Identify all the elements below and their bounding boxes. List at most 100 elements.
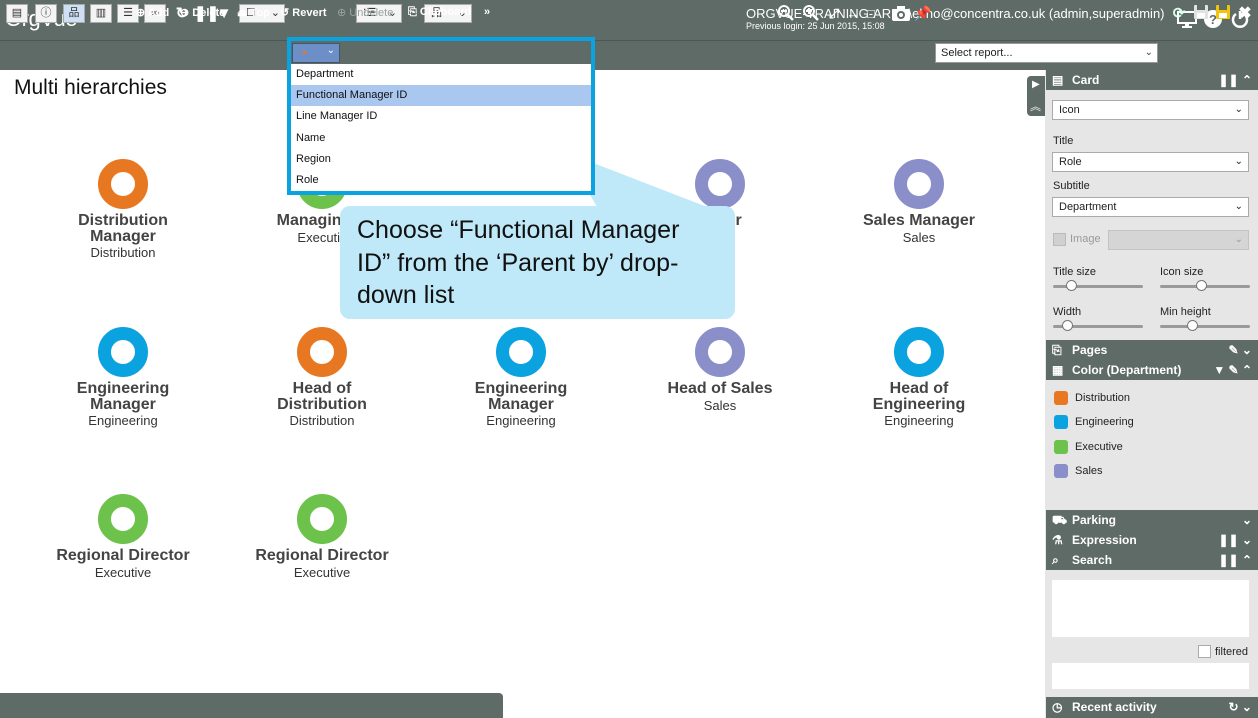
node-title[interactable]: Head of Engineering [864, 381, 974, 413]
min-height-slider[interactable] [1160, 325, 1250, 328]
recent-activity-section-header[interactable]: ◷ Recent activity ↻ ⌄ [1046, 697, 1258, 718]
pages-header-label: Pages [1072, 343, 1108, 357]
pause-collapse-icon[interactable]: ❚❚ ⌃ [1219, 550, 1253, 570]
node-subtitle: Executive [94, 565, 152, 580]
parking-section-header[interactable]: ⛟ Parking ⌄ [1046, 510, 1258, 530]
pause-collapse-icon[interactable]: ❚❚ ⌃ [1219, 70, 1253, 90]
expression-output-box[interactable] [1052, 663, 1249, 689]
title-label: Title [1053, 135, 1074, 147]
legend-label-engineering[interactable]: Engineering [1075, 416, 1134, 428]
node-title[interactable]: Sales Manager [824, 213, 1014, 229]
legend-label-executive[interactable]: Executive [1075, 441, 1123, 453]
pin-icon[interactable]: 📌 [914, 4, 931, 23]
color-header-label: Color (Department) [1072, 363, 1182, 377]
page-title: Multi hierarchies [14, 76, 167, 99]
pause-expand-icon[interactable]: ❚❚ ⌄ [1219, 530, 1253, 550]
table-view-icon[interactable]: ▤ [6, 4, 28, 23]
node-title[interactable]: Head of Distribution [267, 381, 377, 413]
fit-width-icon[interactable]: ↔ [845, 4, 861, 23]
camera-icon[interactable] [890, 4, 912, 23]
undelete-label: Undelete [349, 7, 394, 19]
expression-section-header[interactable]: ⚗ Expression ❚❚ ⌄ [1046, 530, 1258, 550]
info-view-icon[interactable]: ⓘ [35, 4, 57, 23]
more-button[interactable]: » [484, 6, 490, 18]
sync-icon[interactable]: ⟳ [1170, 4, 1188, 23]
pages-icon: ⎘ [1052, 343, 1062, 357]
delete-button[interactable]: ⊖ Delete [180, 6, 225, 19]
width-label: Width [1053, 306, 1082, 318]
subtitle-label: Subtitle [1053, 180, 1090, 192]
node-title[interactable]: Engineering Manager [466, 381, 576, 413]
filtered-checkbox[interactable] [1198, 645, 1211, 658]
plus-circle-icon: ⊕ [136, 7, 146, 19]
undelete-button[interactable]: ⊕ Undelete [337, 6, 393, 19]
node-title[interactable]: Head of Sales [625, 381, 815, 397]
title-select[interactable]: Role ⌄ [1052, 152, 1249, 172]
edit-expand-icon[interactable]: ✎ ⌄ [1229, 340, 1252, 360]
chart-view-icon[interactable]: ▥ [90, 4, 112, 23]
node-icon[interactable] [894, 327, 944, 377]
fullscreen-icon[interactable]: □ [864, 4, 878, 23]
clock-icon: ◷ [1052, 700, 1063, 714]
card-type-value: Icon [1059, 104, 1080, 116]
legend-label-sales[interactable]: Sales [1075, 465, 1103, 477]
node-title[interactable]: Regional Director [28, 548, 218, 564]
color-section-header[interactable]: ▦ Color (Department) ▼ ✎ ⌃ [1046, 360, 1258, 380]
plus-circle-icon: ⊕ [337, 7, 347, 19]
add-button[interactable]: ⊕ Add [136, 6, 169, 19]
legend-label-distribution[interactable]: Distribution [1075, 392, 1130, 404]
node-icon[interactable] [695, 159, 745, 209]
image-select[interactable]: ⌄ [1108, 230, 1249, 250]
node-icon[interactable] [98, 159, 148, 209]
search-section-header[interactable]: ⌕ Search ❚❚ ⌃ [1046, 550, 1258, 570]
tree-view-icon[interactable]: 品 [63, 4, 85, 23]
node-icon[interactable] [496, 327, 546, 377]
width-slider-knob[interactable] [1061, 320, 1073, 331]
node-icon[interactable] [894, 159, 944, 209]
chevron-down-icon[interactable]: ⌄ [1242, 510, 1252, 530]
node-title[interactable]: Regional Director [227, 548, 417, 564]
icon-size-slider-knob[interactable] [1195, 280, 1207, 291]
node-icon[interactable] [695, 327, 745, 377]
node-title[interactable]: Distribution Manager [68, 213, 178, 245]
node-title[interactable]: Engineering Manager [68, 381, 178, 413]
image-checkbox[interactable] [1053, 233, 1066, 246]
zoom-in-icon[interactable] [801, 4, 821, 23]
node-subtitle: Engineering [88, 413, 158, 428]
revert-button[interactable]: ↺ Revert [280, 6, 327, 19]
zoom-out-icon[interactable] [776, 4, 796, 23]
refresh-expand-icon[interactable]: ↻ ⌄ [1229, 697, 1252, 717]
search-input[interactable] [1052, 580, 1249, 637]
card-section-header[interactable]: ▤ Card ❚❚ ⌃ [1046, 70, 1258, 90]
top-button[interactable]: ⏏ Top [237, 6, 270, 19]
node-subtitle: Sales [703, 398, 737, 413]
filter-edit-collapse-icon[interactable]: ▼ ✎ ⌃ [1213, 360, 1252, 380]
clipboard-button[interactable]: ⎘ Clipboard [408, 6, 471, 19]
card-header-label: Card [1072, 73, 1100, 87]
node-subtitle: Distribution [90, 245, 156, 260]
node-icon[interactable] [98, 494, 148, 544]
select-report-dropdown[interactable]: Select report... ⌄ [935, 43, 1158, 63]
save-icon[interactable] [1214, 4, 1232, 23]
min-height-slider-knob[interactable] [1186, 320, 1198, 331]
minus-circle-icon: ⊖ [180, 7, 190, 19]
node-icon[interactable] [297, 494, 347, 544]
save-as-icon[interactable] [1192, 4, 1210, 23]
close-icon[interactable]: ✖ [1236, 4, 1254, 23]
node-icon[interactable] [98, 327, 148, 377]
node-icon[interactable] [297, 327, 347, 377]
revert-label: Revert [292, 7, 327, 19]
node-subtitle: Engineering [884, 413, 954, 428]
pages-section-header[interactable]: ⎘ Pages ✎ ⌄ [1046, 340, 1258, 360]
panel-collapse-tab[interactable]: ▶ ︽ [1027, 76, 1045, 116]
title-size-slider-knob[interactable] [1066, 280, 1077, 291]
double-chevron-up-icon: ︽ [1030, 101, 1041, 113]
legend-swatch-sales [1054, 464, 1068, 478]
node-subtitle: Executive [293, 565, 351, 580]
fit-icon[interactable]: ⤢ [826, 4, 842, 23]
top-label: Top [250, 7, 270, 19]
recent-activity-header-label: Recent activity [1072, 700, 1157, 714]
subtitle-select[interactable]: Department ⌄ [1052, 197, 1249, 217]
expression-header-label: Expression [1072, 533, 1137, 547]
card-type-select[interactable]: Icon ⌄ [1052, 100, 1249, 120]
